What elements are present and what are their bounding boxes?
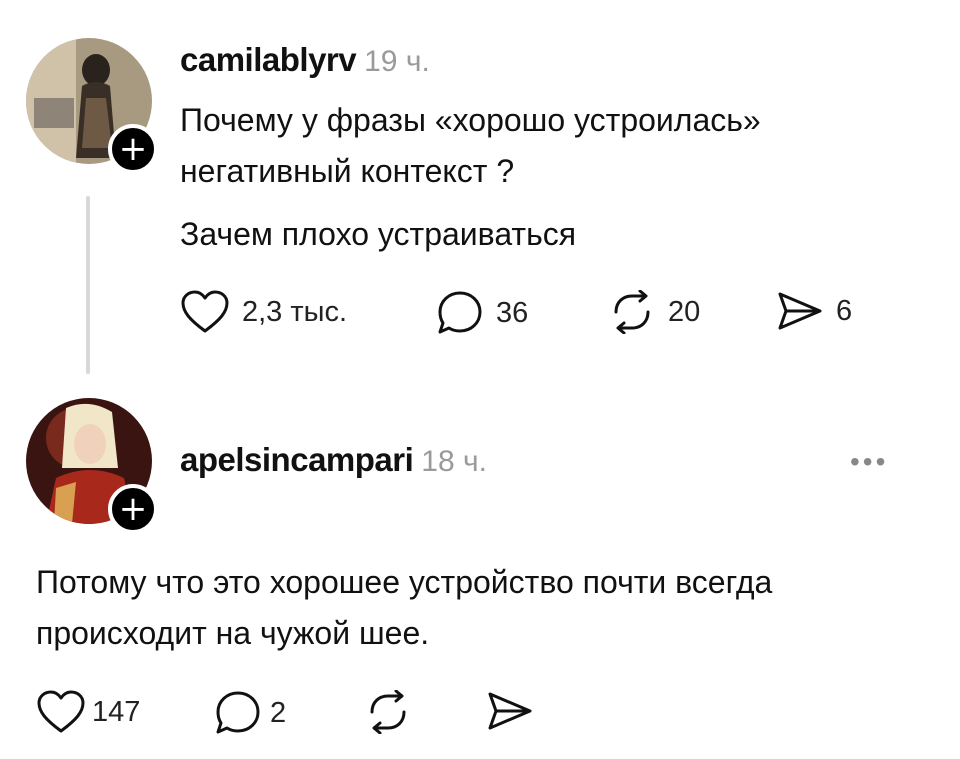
reply-text-line: происходит на чужой шее. (36, 615, 430, 651)
reply-like-count: 147 (92, 695, 141, 728)
post-text-line: Почему у фразы «хорошо устроилась» (180, 102, 761, 138)
post-text: Почему у фразы «хорошо устроилась» негат… (180, 95, 761, 260)
repost-icon (364, 690, 412, 734)
send-icon (486, 690, 534, 732)
follow-plus-button[interactable]: + (108, 484, 158, 534)
reply-username[interactable]: apelsincampari (180, 441, 414, 478)
reply-text-line: Потому что это хорошее устройство почти … (36, 564, 773, 600)
post-username[interactable]: camilablyrv (180, 41, 357, 78)
like-count: 2,3 тыс. (242, 295, 348, 328)
comment-count: 36 (496, 296, 529, 329)
repost-icon (608, 290, 656, 334)
reply-header: apelsincampari 18 ч. (180, 441, 487, 479)
comment-button[interactable]: 36 (436, 290, 528, 336)
plus-icon: + (118, 489, 148, 529)
follow-plus-button[interactable]: + (108, 124, 158, 174)
comment-icon (214, 690, 262, 736)
reply-like-button[interactable]: 147 (36, 690, 140, 734)
reply-time: 18 ч. (421, 445, 487, 478)
plus-icon: + (118, 129, 148, 169)
thread-line (86, 196, 90, 374)
reply-share-button[interactable] (486, 690, 534, 732)
heart-icon (180, 290, 230, 334)
reply-comment-count: 2 (270, 696, 287, 729)
post-time: 19 ч. (364, 45, 430, 78)
post-text-line: Зачем плохо устраиваться (180, 216, 577, 252)
reply-text: Потому что это хорошее устройство почти … (36, 557, 772, 659)
send-icon (776, 290, 824, 332)
heart-icon (36, 690, 86, 734)
reply-repost-button[interactable] (364, 690, 412, 734)
post-header: camilablyrv 19 ч. (180, 41, 430, 79)
like-button[interactable]: 2,3 тыс. (180, 290, 347, 334)
repost-button[interactable]: 20 (608, 290, 700, 334)
more-options-button[interactable]: ••• (850, 446, 888, 478)
post-text-line: негативный контекст ? (180, 153, 515, 189)
comment-icon (436, 290, 484, 336)
share-button[interactable]: 6 (776, 290, 852, 332)
share-count: 6 (836, 294, 853, 327)
reply-comment-button[interactable]: 2 (214, 690, 286, 736)
repost-count: 20 (668, 295, 701, 328)
